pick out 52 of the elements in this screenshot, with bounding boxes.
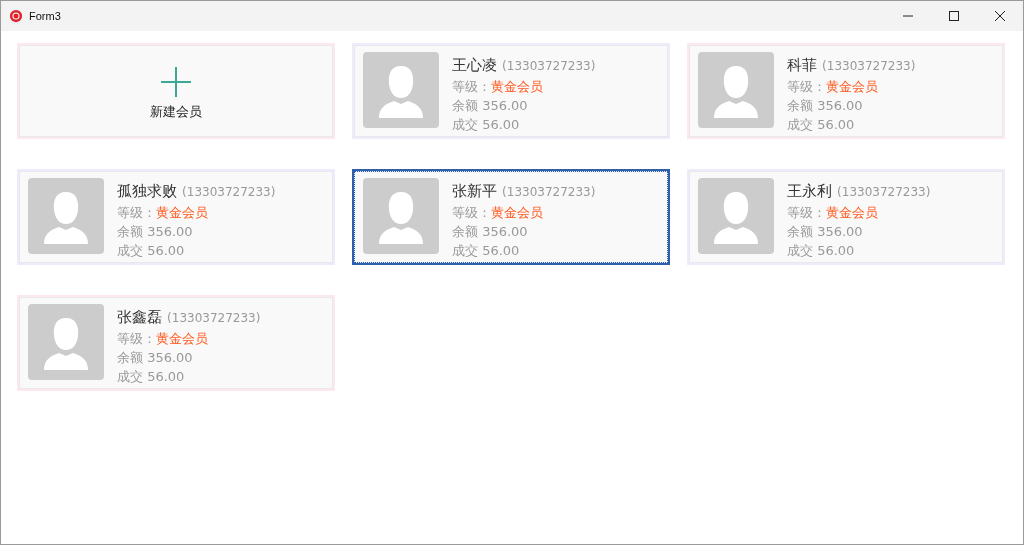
member-card[interactable]: 科菲 (13303727233) 等级：黄金会员 余额 356.00 成交 56.00: [687, 43, 1005, 139]
phone-number: (13303727233): [167, 311, 261, 325]
balance-text: 余额 356.00: [452, 223, 529, 241]
deals-text: 成交 56.00: [452, 242, 521, 260]
phone-number: (13303727233): [837, 185, 931, 199]
avatar-icon: [363, 52, 439, 128]
member-name: 张鑫磊: [117, 308, 162, 326]
avatar-icon: [698, 178, 774, 254]
deals-text: 成交 56.00: [787, 116, 856, 134]
member-level: 黄金会员: [156, 205, 208, 220]
phone-number: (13303727233): [822, 59, 916, 73]
phone-number: (13303727233): [502, 59, 596, 73]
new-member-button[interactable]: 新建会员: [17, 43, 335, 139]
member-level: 黄金会员: [156, 331, 208, 346]
member-name: 王永利: [787, 182, 832, 200]
level-label: 等级：: [787, 205, 826, 220]
level-label: 等级：: [452, 205, 491, 220]
level-label: 等级：: [117, 205, 156, 220]
app-icon: [9, 9, 23, 23]
deals-text: 成交 56.00: [117, 242, 186, 260]
balance-text: 余额 356.00: [452, 97, 529, 115]
member-name: 科菲: [787, 56, 817, 74]
avatar-icon: [28, 178, 104, 254]
phone-number: (13303727233): [182, 185, 276, 199]
deals-text: 成交 56.00: [787, 242, 856, 260]
plus-icon: [161, 67, 191, 97]
member-level: 黄金会员: [826, 79, 878, 94]
avatar-icon: [28, 304, 104, 380]
member-name: 孤独求败: [117, 182, 177, 200]
avatar-icon: [363, 178, 439, 254]
balance-text: 余额 356.00: [117, 349, 194, 367]
member-level: 黄金会员: [826, 205, 878, 220]
avatar-icon: [698, 52, 774, 128]
member-name: 王心凌: [452, 56, 497, 74]
member-card[interactable]: 王心凌 (13303727233) 等级：黄金会员 余额 356.00 成交 56.00: [352, 43, 670, 139]
member-card[interactable]: 张鑫磊 (13303727233) 等级：黄金会员 余额 356.00 成交 56.00: [17, 295, 335, 391]
level-label: 等级：: [117, 331, 156, 346]
member-name: 张新平: [452, 182, 497, 200]
member-level: 黄金会员: [491, 79, 543, 94]
level-label: 等级：: [452, 79, 491, 94]
phone-number: (13303727233): [502, 185, 596, 199]
window-title: Form3: [29, 10, 61, 22]
balance-text: 余额 356.00: [787, 223, 864, 241]
deals-text: 成交 56.00: [452, 116, 521, 134]
member-card[interactable]: 王永利 (13303727233) 等级：黄金会员 余额 356.00 成交 56.00: [687, 169, 1005, 265]
balance-text: 余额 356.00: [787, 97, 864, 115]
balance-text: 余额 356.00: [117, 223, 194, 241]
member-card[interactable]: 张新平 (13303727233) 等级：黄金会员 余额 356.00 成交 56.00: [352, 169, 670, 265]
member-card[interactable]: 孤独求败 (13303727233) 等级：黄金会员 余额 356.00 成交 56.00: [17, 169, 335, 265]
level-label: 等级：: [787, 79, 826, 94]
deals-text: 成交 56.00: [117, 368, 186, 386]
member-level: 黄金会员: [491, 205, 543, 220]
